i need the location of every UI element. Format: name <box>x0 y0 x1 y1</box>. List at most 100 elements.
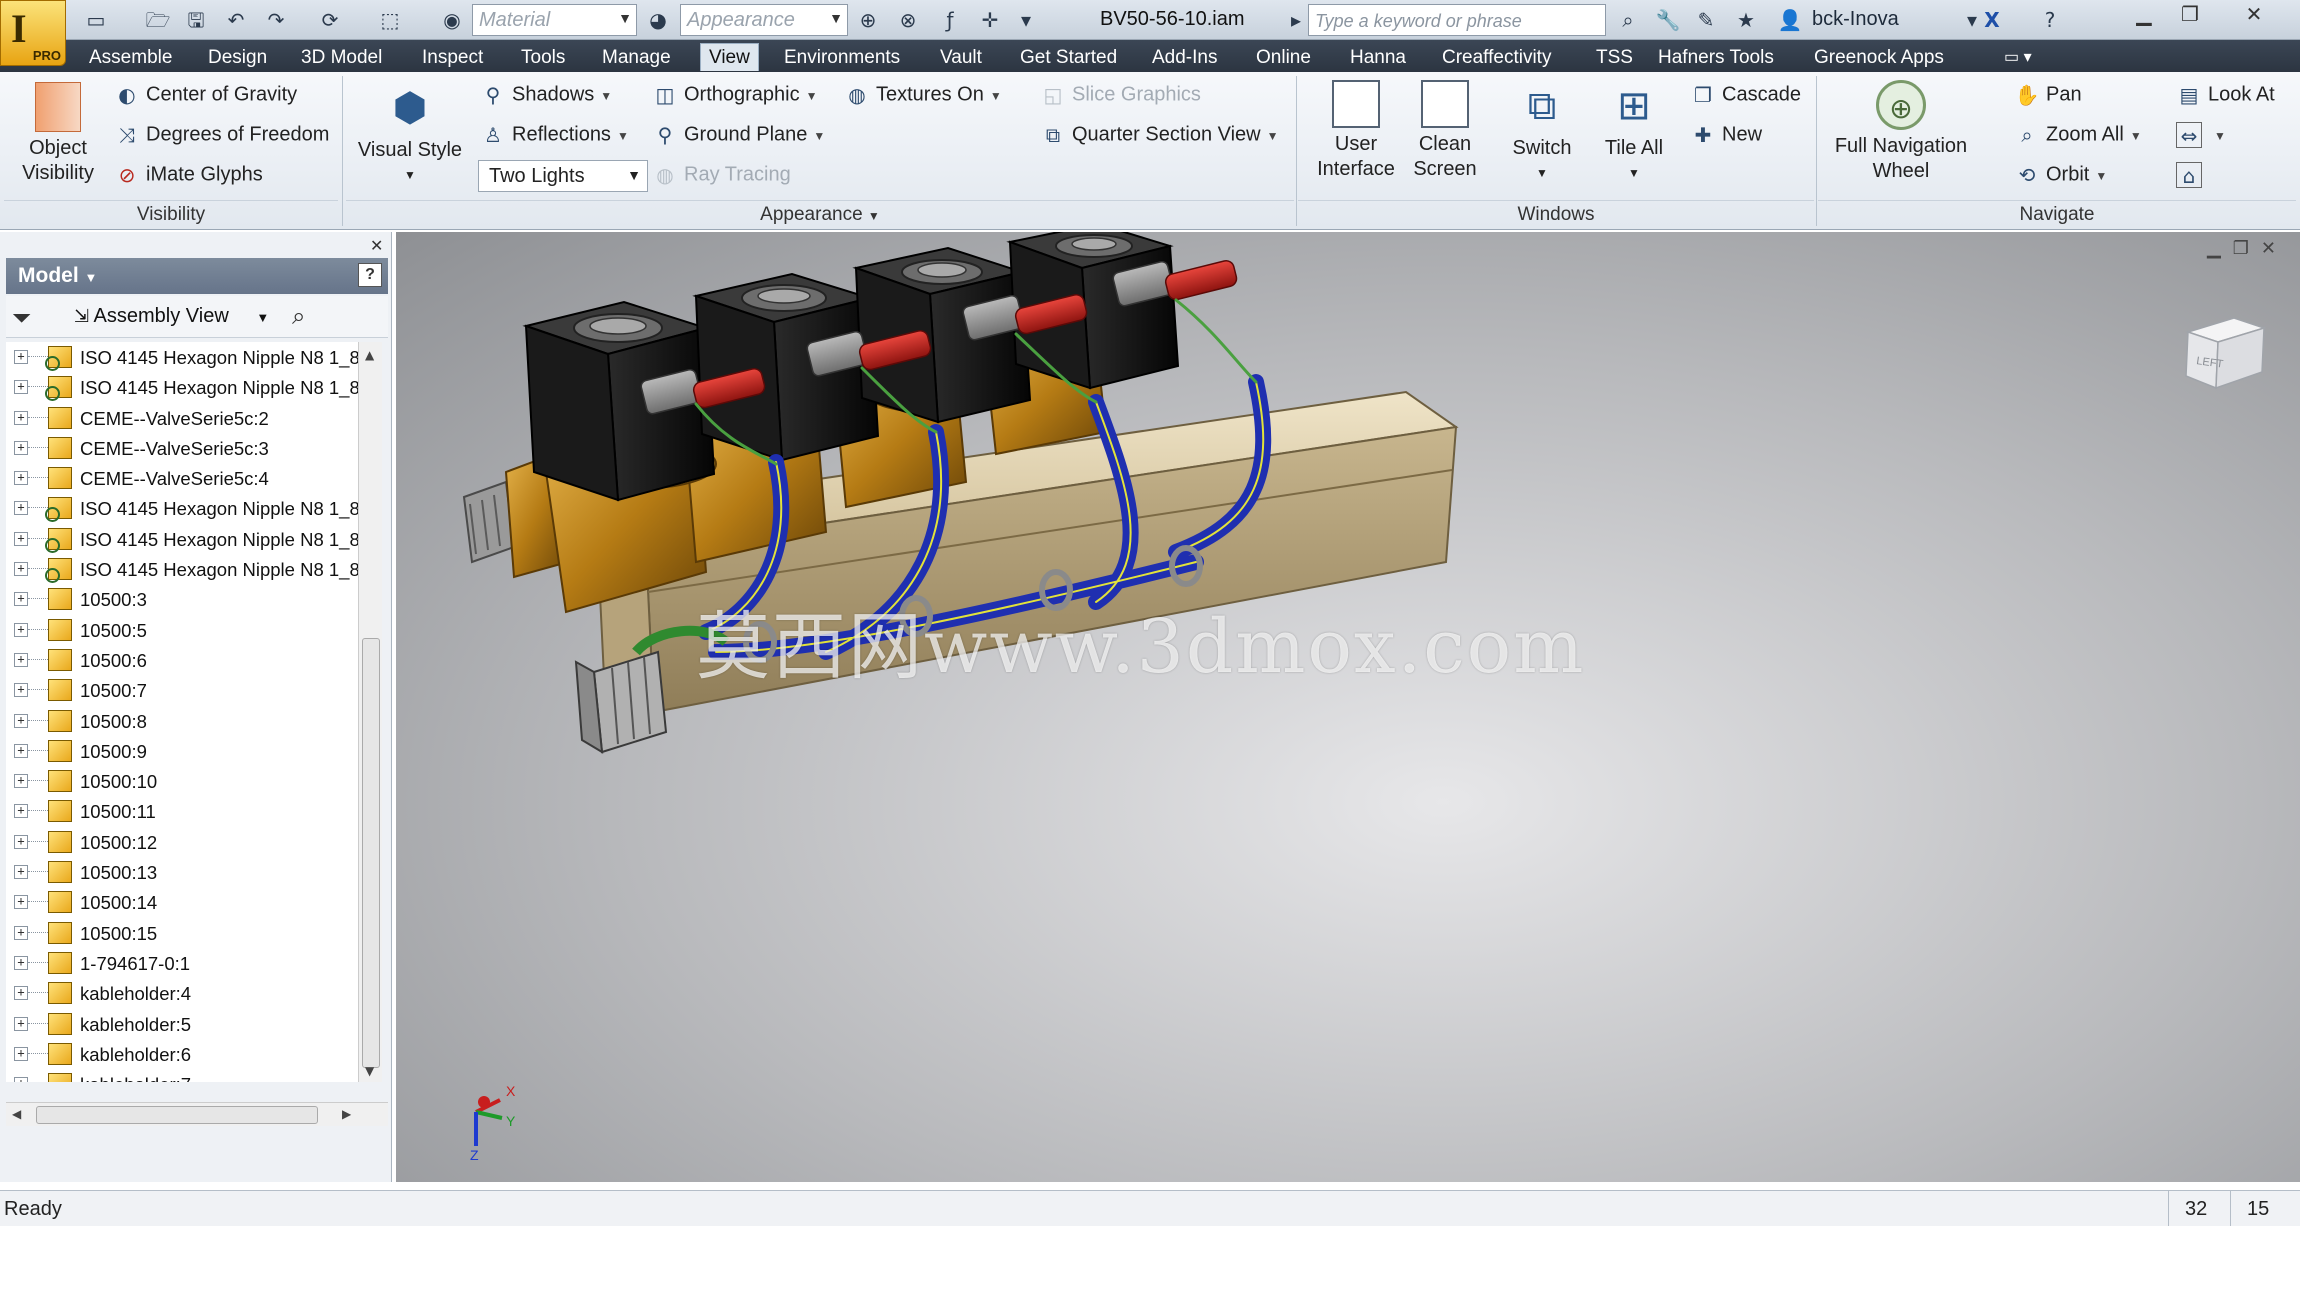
binoculars-search-icon[interactable]: ⌕ <box>1614 6 1642 34</box>
tab-hanna[interactable]: Hanna <box>1350 43 1406 71</box>
look-at-button[interactable]: ▤ Look At <box>2176 82 2275 112</box>
expand-icon[interactable]: + <box>14 774 28 789</box>
expand-icon[interactable]: + <box>14 834 28 849</box>
ribbon-display-toggle-icon[interactable]: ▭ ▾ <box>2004 43 2032 71</box>
expand-icon[interactable]: + <box>14 925 28 940</box>
expand-icon[interactable]: + <box>14 743 28 758</box>
expand-icon[interactable]: + <box>14 683 28 698</box>
tree-item[interactable]: +10500:10 <box>6 766 358 796</box>
clear-appearance-icon[interactable]: ⊗ <box>894 6 922 34</box>
tree-item[interactable]: +10500:5 <box>6 615 358 645</box>
tab-hafners-tools[interactable]: Hafners Tools <box>1658 43 1774 71</box>
material-dropdown[interactable]: Material ▼ <box>472 4 637 36</box>
binoculars-find-icon[interactable]: ⌕ <box>292 302 305 330</box>
expand-icon[interactable]: + <box>14 1077 28 1082</box>
orbit-button[interactable]: ⟲ Orbit ▼ <box>2014 162 2108 192</box>
tree-item[interactable]: +10500:3 <box>6 584 358 614</box>
tab-vault[interactable]: Vault <box>940 43 982 71</box>
redo-icon[interactable]: ↷ <box>262 6 290 34</box>
scroll-up-icon[interactable]: ▲ <box>365 348 374 362</box>
expand-icon[interactable]: + <box>14 471 28 486</box>
tab-greenock-apps[interactable]: Greenock Apps <box>1814 43 1944 71</box>
color-override-icon[interactable]: ◉ <box>438 6 466 34</box>
tab-add-ins[interactable]: Add-Ins <box>1152 43 1217 71</box>
expand-icon[interactable]: + <box>14 410 28 425</box>
visual-style-button[interactable]: ⬢ Visual Style ▼ <box>348 82 472 188</box>
tree-item[interactable]: +10500:6 <box>6 645 358 675</box>
expand-icon[interactable]: + <box>14 955 28 970</box>
tab-3d-model[interactable]: 3D Model <box>301 43 382 71</box>
home-view-button[interactable]: ⌂ <box>2176 162 2208 192</box>
lighting-style-dropdown[interactable]: Two Lights ▼ <box>478 160 648 192</box>
appearance-panel-title[interactable]: Appearance ▼ <box>346 200 1294 226</box>
imate-glyphs-button[interactable]: ⊘ iMate Glyphs <box>114 162 263 192</box>
tab-tss[interactable]: TSS <box>1596 43 1633 71</box>
subscription-icon[interactable]: ✎ <box>1692 6 1720 34</box>
favorites-star-icon[interactable]: ★ <box>1732 6 1760 34</box>
scrollbar-thumb[interactable] <box>362 638 380 1068</box>
select-icon[interactable]: ⬚ <box>376 6 404 34</box>
tree-item[interactable]: + ISO 4145 Hexagon Nipple N8 1_8: <box>6 524 358 554</box>
scrollbar-thumb[interactable] <box>36 1106 318 1124</box>
tree-item[interactable]: +10500:8 <box>6 706 358 736</box>
expand-icon[interactable]: + <box>14 986 28 1001</box>
tab-online[interactable]: Online <box>1256 43 1311 71</box>
tab-environments[interactable]: Environments <box>784 43 900 71</box>
center-of-gravity-button[interactable]: ◐ Center of Gravity <box>114 82 297 112</box>
browser-header[interactable]: Model ▼ ? <box>6 258 388 294</box>
adjust-appearance-icon[interactable]: ⊕ <box>854 6 882 34</box>
help-icon[interactable]: ? <box>358 263 382 287</box>
scroll-right-icon[interactable]: ▶ <box>342 1107 351 1121</box>
application-menu-button[interactable]: I PRO <box>0 0 66 66</box>
expand-icon[interactable]: + <box>14 865 28 880</box>
expand-icon[interactable]: + <box>14 562 28 577</box>
scroll-left-icon[interactable]: ◀ <box>12 1107 21 1121</box>
minimize-window-icon[interactable]: ▁ <box>2122 0 2166 30</box>
save-icon[interactable]: 🖫 <box>182 6 210 34</box>
user-interface-button[interactable]: User Interface <box>1308 80 1404 182</box>
tab-assemble[interactable]: Assemble <box>89 43 172 71</box>
expand-icon[interactable]: + <box>14 440 28 455</box>
tree-item[interactable]: + ISO 4145 Hexagon Nipple N8 1_8: <box>6 554 358 584</box>
cascade-button[interactable]: ❐ Cascade <box>1690 82 1801 112</box>
close-window-icon[interactable]: ✕ <box>2232 0 2276 30</box>
quarter-section-view-button[interactable]: ⧉ Quarter Section View ▼ <box>1040 122 1279 152</box>
expand-search-icon[interactable]: ▸ <box>1282 6 1310 34</box>
tree-item[interactable]: +10500:15 <box>6 918 358 948</box>
tree-item[interactable]: +10500:7 <box>6 675 358 705</box>
tree-item[interactable]: +10500:14 <box>6 887 358 917</box>
filter-icon[interactable]: ⏷ <box>12 304 31 332</box>
expand-icon[interactable]: + <box>14 622 28 637</box>
tree-item[interactable]: +10500:13 <box>6 857 358 887</box>
tab-manage[interactable]: Manage <box>602 43 671 71</box>
shadows-button[interactable]: ⚲ Shadows ▼ <box>480 82 613 112</box>
tab-view[interactable]: View <box>700 43 759 71</box>
tree-item[interactable]: +1-794617-0:1 <box>6 948 358 978</box>
expand-icon[interactable]: + <box>14 501 28 516</box>
tree-item[interactable]: + ISO 4145 Hexagon Nipple N8 1_8: <box>6 493 358 523</box>
tree-item[interactable]: + ISO 4145 Hexagon Nipple N8 1_8: <box>6 372 358 402</box>
full-navigation-wheel-button[interactable]: ⊕ Full Navigation Wheel <box>1822 80 1980 184</box>
degrees-of-freedom-button[interactable]: ⤨ Degrees of Freedom <box>114 122 329 152</box>
fit-view-button[interactable]: ⇔ ▼ <box>2176 122 2226 152</box>
wrench-icon[interactable]: 🔧 <box>1654 6 1682 34</box>
scroll-down-icon[interactable]: ▼ <box>365 1064 374 1078</box>
exchange-apps-icon[interactable]: X <box>1978 6 2006 34</box>
switch-windows-button[interactable]: ⧉ Switch ▼ <box>1500 80 1584 186</box>
tab-design[interactable]: Design <box>208 43 267 71</box>
pan-button[interactable]: ✋ Pan <box>2014 82 2082 112</box>
textures-button[interactable]: ◍ Textures On ▼ <box>844 82 1001 112</box>
search-input[interactable]: Type a keyword or phrase <box>1308 4 1606 36</box>
valve-manifold-model[interactable] <box>396 232 2300 1182</box>
tile-all-button[interactable]: ⊞ Tile All ▼ <box>1592 80 1676 186</box>
update-icon[interactable]: ⟳ <box>316 6 344 34</box>
orthographic-button[interactable]: ◫ Orthographic ▼ <box>652 82 818 112</box>
tree-item[interactable]: + kableholder:4 <box>6 978 358 1008</box>
expand-icon[interactable]: + <box>14 1016 28 1031</box>
vertical-scrollbar[interactable]: ▲ ▼ <box>358 342 382 1082</box>
tree-item[interactable]: + kableholder:5 <box>6 1009 358 1039</box>
expand-icon[interactable]: + <box>14 652 28 667</box>
new-file-icon[interactable]: ▭ <box>82 6 110 34</box>
tree-item[interactable]: +10500:9 <box>6 736 358 766</box>
close-icon[interactable]: ✕ <box>370 236 383 255</box>
